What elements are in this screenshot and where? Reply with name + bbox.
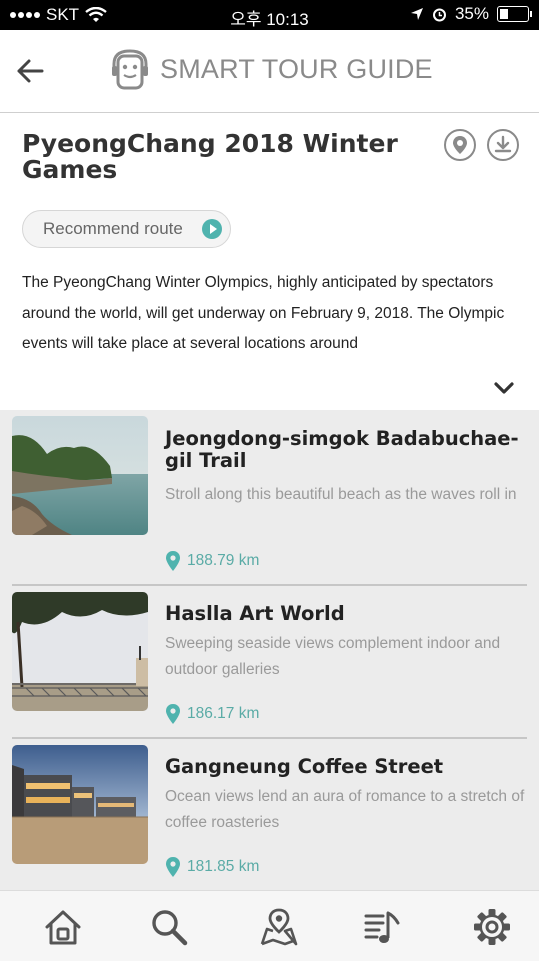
app-title: SMART TOUR GUIDE <box>160 54 433 84</box>
place-photo-art-world <box>12 592 148 711</box>
list-item[interactable]: Jeongdong-simgok Badabuchae-gil Trail St… <box>0 410 539 571</box>
location-pin-icon <box>453 136 467 154</box>
description-text: The PyeongChang Winter Olympics, highly … <box>22 274 505 352</box>
location-pin-icon <box>166 551 180 571</box>
list-item[interactable]: Gangneung Coffee Street Ocean views lend… <box>0 739 539 891</box>
distance-value: 186.17 km <box>187 705 260 722</box>
location-pin-icon <box>166 857 180 877</box>
distance-value: 181.85 km <box>187 858 260 875</box>
search-icon[interactable] <box>149 907 189 947</box>
status-bar: SKT 오후 10:13 35% <box>0 0 539 30</box>
places-list: Jeongdong-simgok Badabuchae-gil Trail St… <box>0 410 539 890</box>
location-arrow-icon <box>410 8 423 20</box>
place-distance: 188.79 km <box>165 551 259 571</box>
settings-icon[interactable] <box>472 907 512 947</box>
distance-value: 188.79 km <box>187 552 260 569</box>
home-icon[interactable] <box>43 907 83 947</box>
intro-section: PyeongChang 2018 Winter Games Recommend … <box>0 113 539 410</box>
battery-fill <box>500 9 508 19</box>
place-name: Jeongdong-simgok Badabuchae-gil Trail <box>165 427 519 472</box>
app-header: SMART TOUR GUIDE <box>0 30 539 113</box>
place-summary: Sweeping seaside views complement indoor… <box>165 635 501 678</box>
list-item[interactable]: Haslla Art World Sweeping seaside views … <box>0 586 539 738</box>
place-summary: Ocean views lend an aura of romance to a… <box>165 788 525 831</box>
page-title: PyeongChang 2018 Winter Games <box>22 129 398 184</box>
place-name: Haslla Art World <box>165 602 345 625</box>
place-photo-coffee-street <box>12 745 148 864</box>
alarm-icon <box>432 8 446 21</box>
map-icon[interactable] <box>259 907 299 947</box>
battery-icon <box>497 6 532 22</box>
download-icon <box>494 135 512 153</box>
download-button[interactable] <box>487 129 519 161</box>
place-photo-trail <box>12 416 148 535</box>
recommend-route-button[interactable]: Recommend route <box>22 210 231 248</box>
status-right: 35% <box>410 4 532 24</box>
location-pin-icon <box>166 704 180 724</box>
place-distance: 186.17 km <box>165 704 259 724</box>
bottom-nav <box>0 890 539 961</box>
battery-percent: 35% <box>454 4 489 23</box>
place-summary: Stroll along this beautiful beach as the… <box>165 486 517 503</box>
back-arrow-icon[interactable] <box>14 56 46 86</box>
playlist-icon[interactable] <box>363 907 403 947</box>
robot-guide-logo <box>112 49 148 90</box>
play-icon <box>202 219 222 239</box>
place-distance: 181.85 km <box>165 857 259 877</box>
chevron-down-icon[interactable] <box>494 382 514 394</box>
place-name: Gangneung Coffee Street <box>165 755 444 778</box>
map-pin-button[interactable] <box>444 129 476 161</box>
recommend-route-label: Recommend route <box>43 219 183 238</box>
